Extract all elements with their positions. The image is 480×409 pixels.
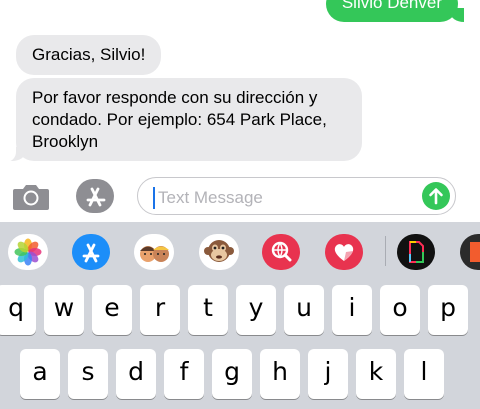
document-app-button[interactable] [396, 234, 436, 270]
memoji-stickers-app-icon [134, 234, 174, 270]
key-f[interactable]: f [164, 349, 204, 399]
app-store-button[interactable] [76, 178, 116, 214]
partial-app-button[interactable] [460, 234, 480, 270]
web-images-app-button[interactable] [261, 234, 301, 270]
incoming-message-bubble[interactable]: Por favor responde con su dirección y co… [6, 78, 362, 162]
key-w[interactable]: w [44, 285, 84, 335]
incoming-message-bubble[interactable]: Gracias, Silvio! [16, 35, 162, 75]
composer-bar: Text Message [0, 172, 480, 222]
message-thread: Silvio Denver Gracias, Silvio! Por favor… [0, 0, 480, 172]
photos-app-button[interactable] [8, 234, 48, 270]
message-text-line: condado. Por ejemplo: 654 Park Place, [32, 110, 327, 129]
key-j[interactable]: j [308, 349, 348, 399]
key-l[interactable]: l [404, 349, 444, 399]
key-p[interactable]: p [428, 285, 468, 335]
key-k[interactable]: k [356, 349, 396, 399]
key-q[interactable]: q [0, 285, 36, 335]
camera-icon [13, 185, 49, 210]
web-images-search-app-icon [262, 234, 300, 270]
key-a[interactable]: a [20, 349, 60, 399]
key-e[interactable]: e [92, 285, 132, 335]
photos-app-icon [8, 234, 48, 270]
key-g[interactable]: g [212, 349, 252, 399]
app-store-app-button[interactable] [71, 234, 111, 270]
digital-touch-heart-app-icon [325, 234, 363, 270]
send-button[interactable] [422, 182, 450, 210]
keyboard: q w e r t y u i o p a s d f g h j k l [0, 222, 480, 409]
partial-app-icon [460, 234, 480, 270]
message-input[interactable]: Text Message [137, 177, 456, 215]
app-store-icon [76, 179, 114, 213]
app-strip-divider [385, 236, 386, 266]
memoji-stickers-app-button[interactable] [134, 234, 174, 270]
key-i[interactable]: i [332, 285, 372, 335]
digital-touch-app-button[interactable] [324, 234, 364, 270]
animoji-monkey-app-icon [199, 234, 239, 270]
message-text-line: Por favor responde con su dirección y [32, 88, 318, 107]
key-s[interactable]: s [68, 349, 108, 399]
key-h[interactable]: h [260, 349, 300, 399]
text-cursor [153, 187, 155, 209]
key-t[interactable]: t [188, 285, 228, 335]
camera-button[interactable] [12, 182, 50, 212]
animoji-app-button[interactable] [199, 234, 239, 270]
key-u[interactable]: u [284, 285, 324, 335]
message-text-line: Brooklyn [32, 132, 99, 151]
imessage-app-drawer [0, 222, 480, 282]
key-r[interactable]: r [140, 285, 180, 335]
document-app-icon [397, 234, 435, 270]
send-arrow-icon [422, 182, 450, 210]
app-store-app-icon [72, 234, 110, 270]
outgoing-message-bubble[interactable]: Silvio Denver [325, 0, 465, 22]
message-input-placeholder: Text Message [158, 188, 263, 207]
message-text: Gracias, Silvio! [32, 45, 146, 64]
key-o[interactable]: o [380, 285, 420, 335]
message-text: Silvio Denver [341, 0, 442, 12]
key-y[interactable]: y [236, 285, 276, 335]
key-d[interactable]: d [116, 349, 156, 399]
